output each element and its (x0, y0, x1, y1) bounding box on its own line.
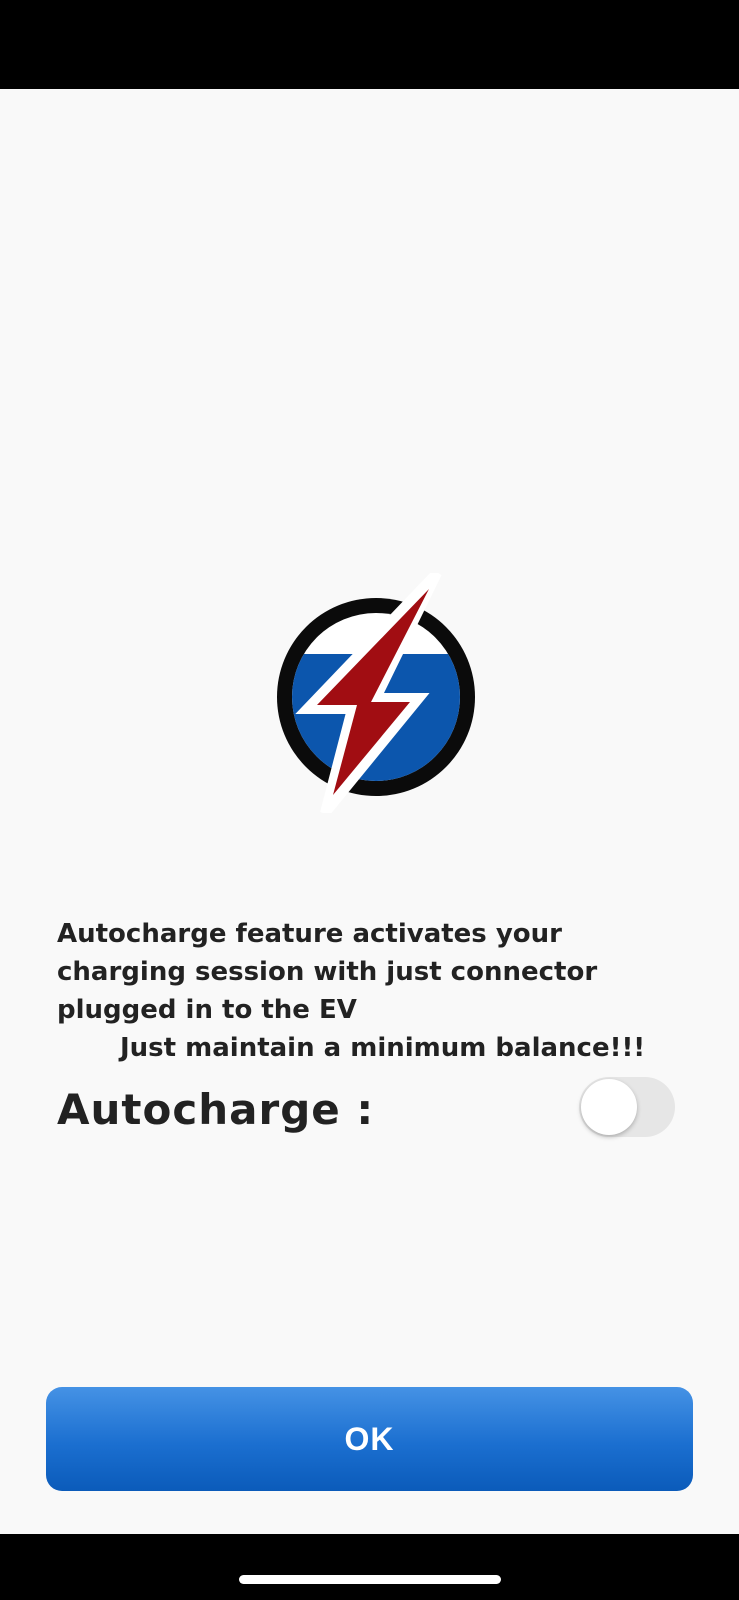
ok-button[interactable]: OK (46, 1387, 693, 1491)
toggle-knob (581, 1079, 637, 1135)
home-indicator[interactable] (239, 1575, 501, 1584)
description-text: Autocharge feature activates your chargi… (57, 919, 598, 1025)
autocharge-toggle[interactable] (579, 1077, 675, 1137)
status-bar (0, 0, 739, 89)
autocharge-label: Autocharge : (57, 1085, 375, 1134)
autocharge-screen: Autocharge feature activates your chargi… (0, 89, 739, 1534)
autocharge-setting-row: Autocharge : (57, 1077, 675, 1141)
balance-note: Just maintain a minimum balance!!! (120, 1033, 646, 1063)
autocharge-description: Autocharge feature activates your chargi… (57, 915, 687, 1067)
lightning-bolt-logo-icon (277, 573, 475, 813)
